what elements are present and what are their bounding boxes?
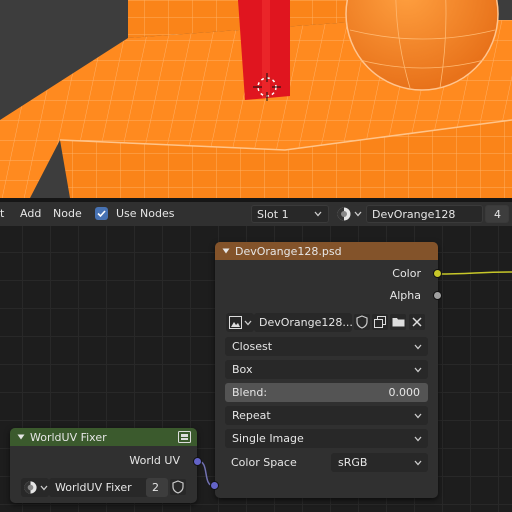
image-node-title: DevOrange128.psd xyxy=(235,245,342,258)
chevron-down-icon xyxy=(314,211,322,217)
color-space-label: Color Space xyxy=(231,456,297,469)
menu-item-node[interactable]: Node xyxy=(53,207,82,220)
extension-dropdown[interactable]: Repeat xyxy=(225,406,428,425)
image-texture-node[interactable]: DevOrange128.psd Color Alpha DevOrange12… xyxy=(215,242,438,498)
duplicate-image-button[interactable] xyxy=(372,314,388,330)
color-space-dropdown[interactable]: sRGB xyxy=(331,453,428,472)
material-name-field[interactable]: DevOrange128 xyxy=(366,205,483,223)
material-name: DevOrange128 xyxy=(372,208,456,221)
worlduv-fixer-node[interactable]: WorldUV Fixer World UV WorldUV Fixer 2 xyxy=(10,428,197,503)
unlink-image-button[interactable] xyxy=(409,314,425,330)
node-group-fake-user-button[interactable] xyxy=(170,479,186,495)
chevron-down-icon xyxy=(414,344,422,350)
color-space-value: sRGB xyxy=(338,456,368,469)
duplicate-icon xyxy=(374,316,386,328)
source-dropdown[interactable]: Single Image xyxy=(225,429,428,448)
chevron-down-icon xyxy=(414,460,422,466)
vector-input-socket[interactable] xyxy=(210,481,219,490)
checkmark-icon xyxy=(97,210,106,218)
interpolation-dropdown[interactable]: Closest xyxy=(225,337,428,356)
world-uv-output-socket[interactable] xyxy=(193,457,202,466)
projection-value: Box xyxy=(232,363,253,376)
node-group-browse-button[interactable] xyxy=(21,478,49,497)
menu-item-add[interactable]: Add xyxy=(20,207,41,220)
image-name-field[interactable]: DevOrange128... xyxy=(254,313,353,332)
blend-label: Blend: xyxy=(232,386,268,399)
shield-icon xyxy=(356,315,368,329)
image-browse-button[interactable] xyxy=(226,313,254,332)
interpolation-value: Closest xyxy=(232,340,273,353)
chevron-down-icon xyxy=(40,485,48,491)
alpha-output-label: Alpha xyxy=(389,289,421,302)
node-group-users-value: 2 xyxy=(152,481,159,494)
projection-dropdown[interactable]: Box xyxy=(225,360,428,379)
material-users-count[interactable]: 4 xyxy=(485,205,509,223)
chevron-down-icon xyxy=(414,413,422,419)
color-output-label: Color xyxy=(392,267,421,280)
open-image-button[interactable] xyxy=(390,314,406,330)
use-nodes-label[interactable]: Use Nodes xyxy=(116,207,175,220)
blend-value: 0.000 xyxy=(388,386,421,399)
node-group-name-field[interactable]: WorldUV Fixer xyxy=(49,478,153,497)
collapse-arrow-icon[interactable] xyxy=(222,248,230,254)
alpha-output-socket[interactable] xyxy=(433,291,442,300)
material-users-value: 4 xyxy=(494,208,501,221)
folder-icon xyxy=(392,318,405,327)
world-uv-output-label: World UV xyxy=(129,454,180,467)
slot-dropdown[interactable]: Slot 1 xyxy=(251,205,329,223)
extension-value: Repeat xyxy=(232,409,271,422)
image-node-header[interactable]: DevOrange128.psd xyxy=(215,242,438,260)
close-icon xyxy=(412,317,422,327)
node-group-name: WorldUV Fixer xyxy=(55,481,132,494)
image-icon xyxy=(229,316,242,329)
node-group-users-count[interactable]: 2 xyxy=(146,478,168,497)
material-sphere-icon xyxy=(337,207,351,221)
chevron-down-icon xyxy=(414,367,422,373)
use-nodes-checkbox[interactable] xyxy=(95,207,108,220)
material-browse-button[interactable] xyxy=(336,206,364,222)
3d-viewport[interactable] xyxy=(0,0,512,198)
collapse-arrow-icon[interactable] xyxy=(17,434,25,440)
blend-slider[interactable]: Blend: 0.000 xyxy=(225,383,428,402)
group-node-title: WorldUV Fixer xyxy=(30,431,107,444)
source-value: Single Image xyxy=(232,432,304,445)
image-name: DevOrange128... xyxy=(259,316,353,329)
node-group-icon[interactable] xyxy=(178,431,191,443)
chevron-down-icon xyxy=(414,436,422,442)
slot-label: Slot 1 xyxy=(257,208,289,221)
shield-icon xyxy=(172,480,184,494)
chevron-down-icon xyxy=(244,320,252,326)
menu-item-select[interactable]: t xyxy=(0,207,4,220)
fake-user-button[interactable] xyxy=(354,314,370,330)
node-tree-icon xyxy=(24,481,37,494)
color-output-socket[interactable] xyxy=(433,269,442,278)
viewport-scene xyxy=(0,0,512,198)
chevron-down-icon xyxy=(354,211,362,217)
group-node-header[interactable]: WorldUV Fixer xyxy=(10,428,197,446)
